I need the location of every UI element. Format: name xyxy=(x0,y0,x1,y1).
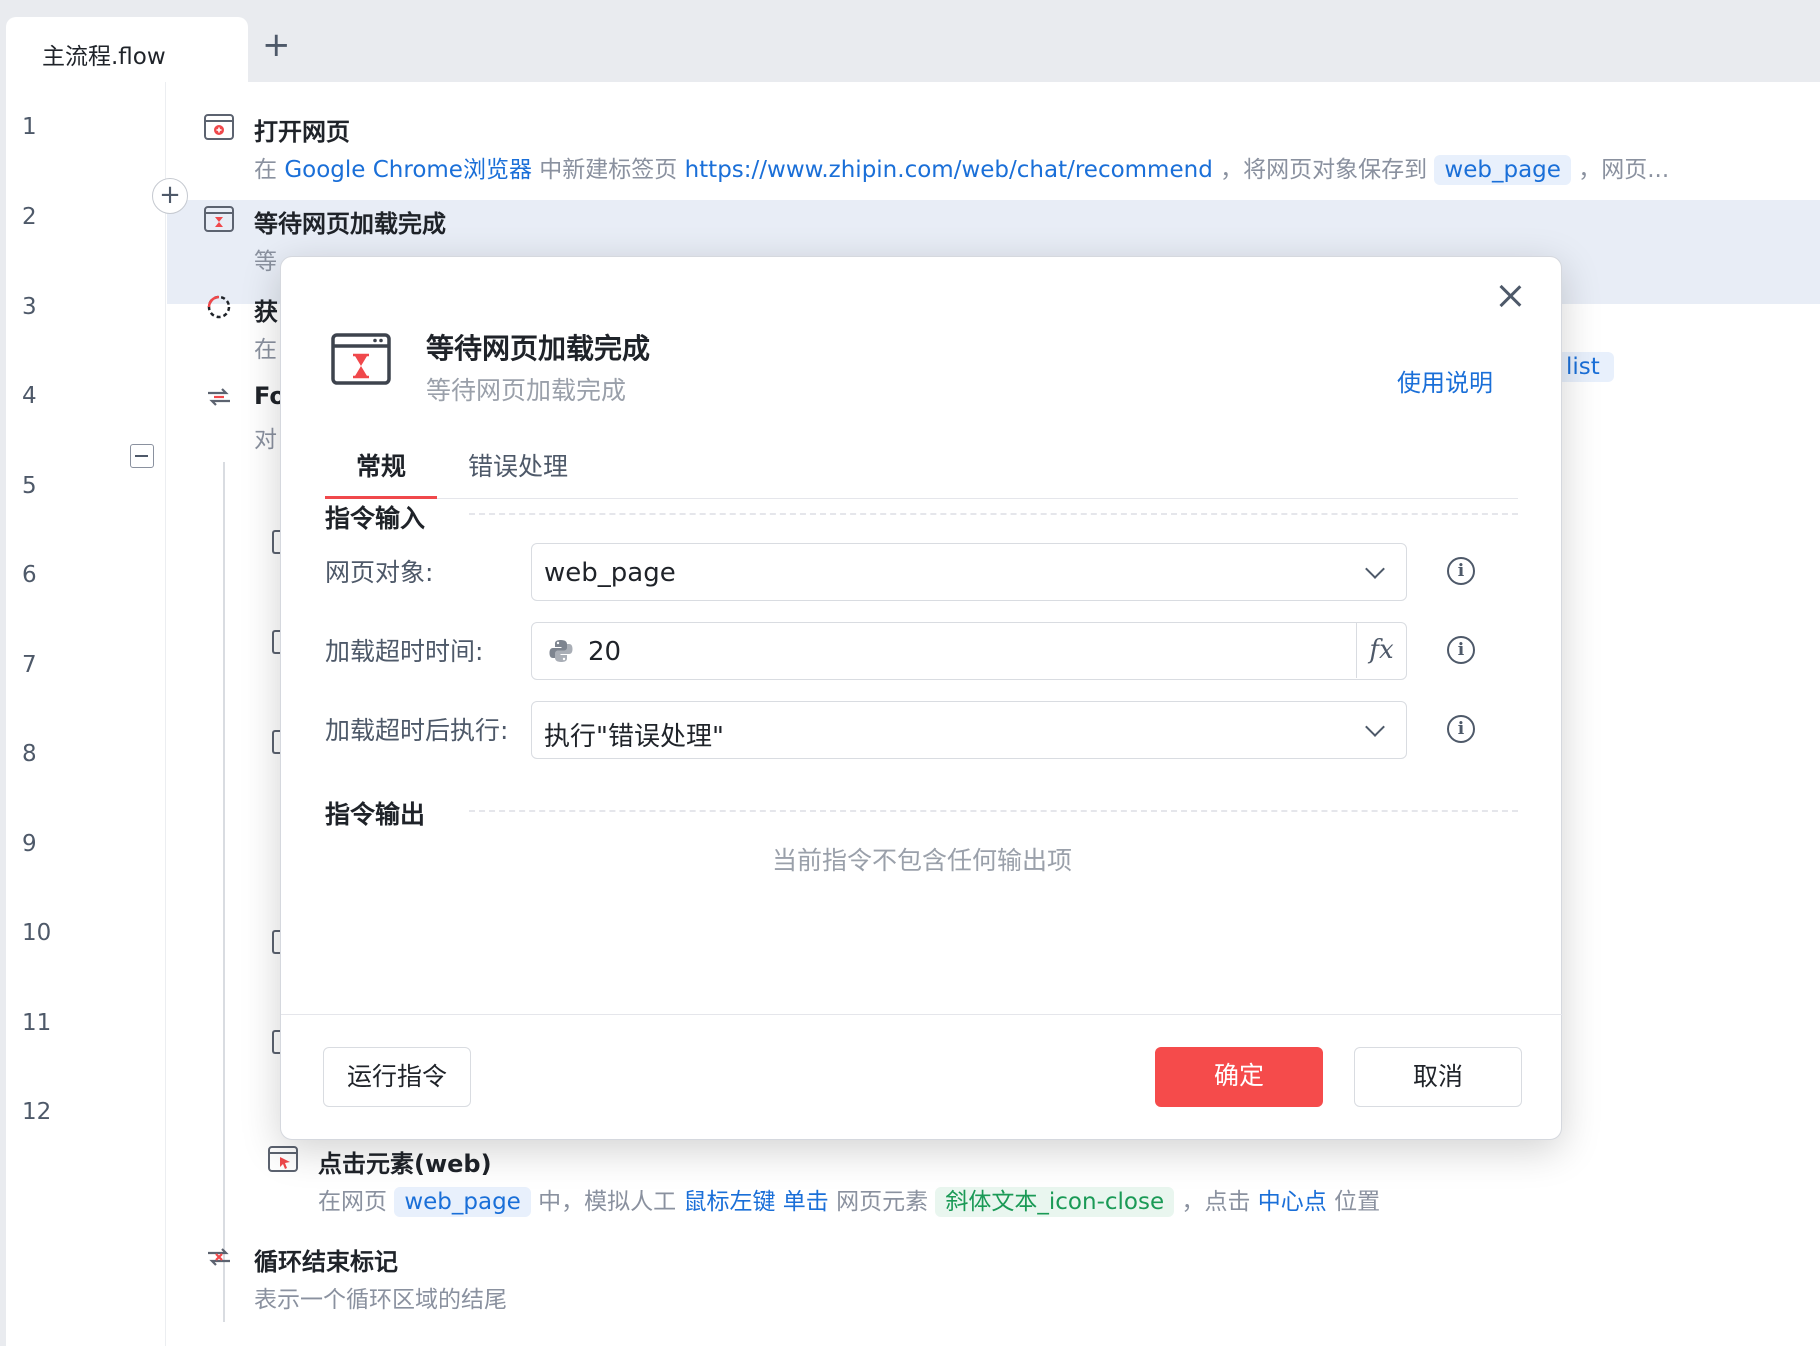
step-description: 对 xyxy=(254,427,277,453)
step-description: 在 Google Chrome浏览器 中新建标签页 https://www.zh… xyxy=(254,150,1670,185)
step-title: 点击元素(web) xyxy=(318,1150,492,1178)
url-value: https://www.zhipin.com/web/chat/recommen… xyxy=(684,157,1213,183)
desc-text: 在网页 xyxy=(318,1189,387,1215)
field-label: 加载超时后执行: xyxy=(325,716,509,745)
section-divider xyxy=(469,513,1518,515)
line-number: 9 xyxy=(22,831,37,857)
desc-text: 在 xyxy=(254,157,277,183)
confirm-button[interactable]: 确定 xyxy=(1155,1047,1323,1107)
select-value: web_page xyxy=(544,558,676,588)
run-command-button[interactable]: 运行指令 xyxy=(323,1047,471,1107)
step-title: 等待网页加载完成 xyxy=(254,210,446,238)
info-icon[interactable]: i xyxy=(1447,557,1475,585)
desc-text: 位置 xyxy=(1334,1189,1381,1215)
tab-bar: 主流程.flow + xyxy=(0,0,1820,82)
tab-general[interactable]: 常规 xyxy=(325,447,438,499)
line-number: 1 xyxy=(22,114,37,140)
python-icon xyxy=(549,640,573,662)
step-description: 表示一个循环区域的结尾 xyxy=(254,1287,507,1313)
step-title: 获 xyxy=(254,298,278,326)
line-number: 8 xyxy=(22,741,37,767)
chevron-down-icon xyxy=(1365,559,1385,579)
cancel-button[interactable]: 取消 xyxy=(1354,1047,1522,1107)
element-chip: 斜体文本_icon-close xyxy=(935,1187,1175,1217)
select-value: 执行"错误处理" xyxy=(544,722,724,752)
output-section-title: 指令输出 xyxy=(325,800,426,829)
wait-page-load-dialog: 等待网页加载完成 等待网页加载完成 使用说明 常规 错误处理 指令输入 网页对象… xyxy=(280,256,1563,1140)
load-timeout-input[interactable]: 20 fx xyxy=(531,622,1407,680)
step-description: 等 xyxy=(254,249,277,275)
step-description: 在 xyxy=(254,337,277,363)
desc-text: ，网页... xyxy=(1578,157,1670,183)
add-tab-button[interactable]: + xyxy=(262,28,291,62)
section-divider xyxy=(469,810,1518,812)
webpage-object-select[interactable]: web_page xyxy=(531,543,1407,601)
hourglass-browser-icon xyxy=(204,206,234,232)
collapse-loop-button[interactable] xyxy=(130,444,154,468)
tab-error-handling[interactable]: 错误处理 xyxy=(437,447,599,499)
tab-main-flow[interactable]: 主流程.flow xyxy=(6,17,248,82)
desc-text: 网页元素 xyxy=(836,1189,929,1215)
loop-icon xyxy=(208,388,230,406)
help-link[interactable]: 使用说明 xyxy=(1397,363,1493,398)
line-number: 10 xyxy=(22,920,52,946)
line-number: 12 xyxy=(22,1099,52,1125)
chevron-down-icon xyxy=(1365,717,1385,737)
info-icon[interactable]: i xyxy=(1447,636,1475,664)
loop-end-icon xyxy=(208,1248,230,1266)
browser-name: Google Chrome浏览器 xyxy=(284,157,532,183)
tab-main-flow-label: 主流程.flow xyxy=(42,44,166,70)
line-number: 6 xyxy=(22,562,37,588)
desc-text: ，点击 xyxy=(1181,1189,1251,1215)
input-value: 20 xyxy=(588,637,622,667)
line-number: 4 xyxy=(22,383,37,409)
footer-divider xyxy=(281,1014,1563,1015)
desc-text: 中，模拟人工 xyxy=(538,1189,677,1215)
click-element-icon xyxy=(268,1146,298,1172)
mouse-button-value: 鼠标左键 xyxy=(683,1189,776,1215)
input-section-title: 指令输入 xyxy=(325,504,426,533)
line-number: 5 xyxy=(22,473,37,499)
dialog-subtitle: 等待网页加载完成 xyxy=(426,376,627,405)
step-description: 在网页 web_page 中，模拟人工 鼠标左键 单击 网页元素 斜体文本_ic… xyxy=(318,1182,1381,1217)
line-number: 3 xyxy=(22,294,37,320)
field-label: 加载超时时间: xyxy=(325,637,484,666)
line-number: 2 xyxy=(22,204,37,230)
hourglass-browser-icon xyxy=(331,333,391,385)
variable-chip: web_page xyxy=(1434,155,1571,185)
desc-text: ，将网页对象保存到 xyxy=(1220,157,1428,183)
close-icon[interactable] xyxy=(1499,285,1521,307)
line-number: 11 xyxy=(22,1010,52,1036)
click-point-value: 中心点 xyxy=(1257,1189,1327,1215)
step-title: 循环结束标记 xyxy=(254,1248,398,1276)
on-timeout-action-select[interactable]: 执行"错误处理" xyxy=(531,701,1407,759)
dialog-tabs: 常规 错误处理 xyxy=(325,447,1518,499)
line-number: 7 xyxy=(22,652,37,678)
line-gutter: 1 2 3 4 5 6 7 8 9 10 11 12 xyxy=(6,82,166,1346)
field-label: 网页对象: xyxy=(325,558,434,587)
loop-guide-line xyxy=(223,462,225,1322)
click-type-value: 单击 xyxy=(782,1189,829,1215)
desc-text: 中新建标签页 xyxy=(539,157,678,183)
dialog-title: 等待网页加载完成 xyxy=(426,332,651,365)
loading-spinner-icon xyxy=(207,295,231,319)
insert-step-button[interactable]: + xyxy=(152,178,188,214)
browser-open-icon xyxy=(204,114,234,140)
variable-chip: web_page xyxy=(394,1187,531,1217)
fx-expression-button[interactable]: fx xyxy=(1356,623,1406,678)
step-title: 打开网页 xyxy=(254,118,350,146)
empty-output-message: 当前指令不包含任何输出项 xyxy=(771,846,1072,875)
info-icon[interactable]: i xyxy=(1447,715,1475,743)
